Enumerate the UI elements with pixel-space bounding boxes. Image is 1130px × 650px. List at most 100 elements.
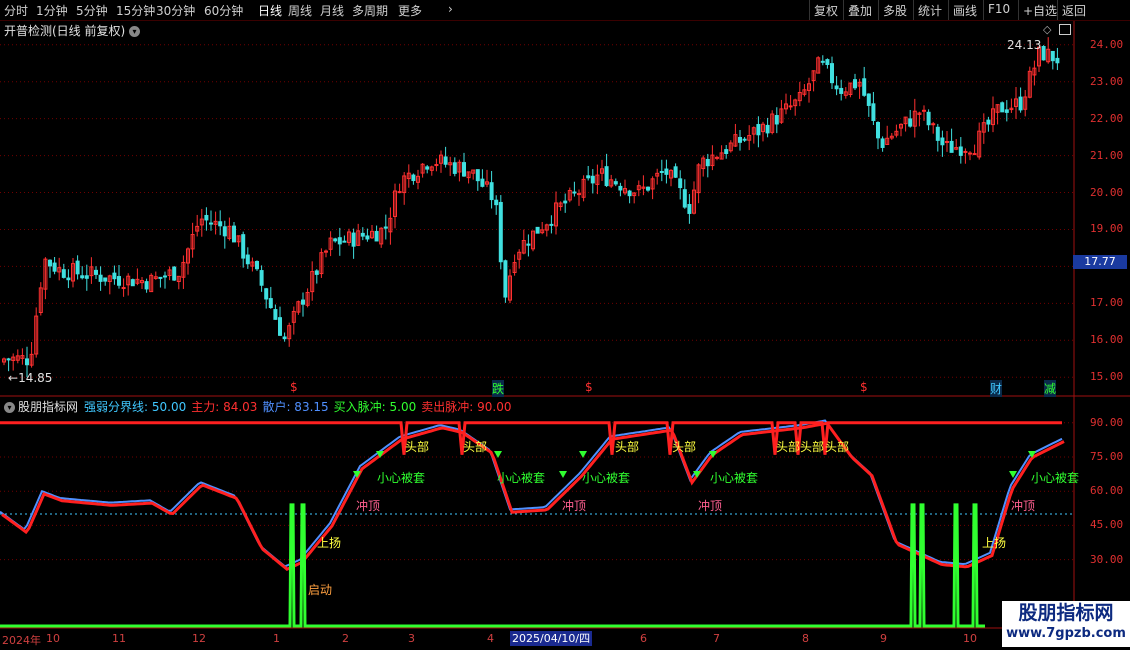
buy-arrow-icon: [559, 471, 567, 478]
indicator-field-0: 强弱分界线: 50.00: [84, 400, 187, 414]
candle-body: [480, 178, 485, 187]
candle-body: [646, 186, 650, 191]
candle-body: [61, 269, 66, 278]
cursor-date: 2025/04/10/四: [510, 631, 593, 646]
low-price-label: ←14.85: [8, 371, 53, 385]
candle-body: [862, 78, 867, 96]
candle-body: [397, 191, 402, 194]
date-tick: 9: [880, 632, 887, 645]
candle-body: [66, 277, 71, 281]
candle-body: [130, 279, 135, 287]
candle-body: [75, 260, 80, 275]
candle-body: [144, 281, 149, 290]
candle-body: [273, 309, 278, 320]
window-icon[interactable]: [1059, 24, 1071, 35]
candle-body: [25, 358, 29, 366]
candle-body: [1041, 46, 1046, 61]
indicator-tick: 45.00: [1090, 518, 1124, 532]
candle-body: [866, 93, 871, 106]
candlestick-chart[interactable]: 头部 头部 头部 头部 头部 头部 头部小心被套 小心被套 小心被套 小心被套 小心被套冲顶 冲顶 冲顶…: [0, 0, 1130, 630]
indicator-field-1: 主力: 84.03: [191, 400, 258, 414]
candle-body: [342, 240, 347, 243]
indicator-field-2: 散户: 83.15: [262, 400, 329, 414]
date-tick: 1: [273, 632, 280, 645]
event-marker[interactable]: $: [585, 380, 593, 394]
indicator-annotation: 上扬: [317, 535, 341, 550]
candle-body: [788, 105, 793, 108]
indicator-annotation: 启动: [308, 583, 332, 597]
indicator-annotation: 头部: [463, 439, 487, 454]
price-tick: 15.00: [1090, 370, 1124, 384]
date-tick: 2: [342, 632, 349, 645]
indicator-annotation: 小心被套: [497, 471, 545, 485]
candle-body: [715, 156, 719, 159]
candle-body: [526, 243, 531, 246]
candle-body: [475, 169, 480, 182]
date-tick: 10: [963, 632, 977, 645]
candle-body: [503, 260, 508, 298]
candle-body: [103, 277, 108, 282]
candle-body: [158, 276, 163, 279]
candle-body: [411, 174, 416, 182]
indicator-name: 股朋指标网: [18, 400, 79, 414]
indicator-tick: 75.00: [1090, 450, 1124, 463]
candle-body: [705, 158, 710, 167]
candle-body: [337, 237, 342, 245]
candle-body: [1050, 50, 1055, 62]
date-axis: 2024年101112123456789102025/04/10/四: [0, 630, 1074, 648]
indicator-annotation: 头部: [405, 439, 429, 454]
candle-body: [452, 162, 457, 174]
candle-body: [52, 262, 57, 272]
candle-body: [963, 150, 968, 153]
indicator-annotation: 头部: [776, 439, 800, 454]
candle-body: [664, 168, 669, 175]
indicator-annotation: 上扬: [982, 535, 1006, 550]
candle-body: [935, 126, 940, 141]
chevron-down-icon[interactable]: ▾: [4, 402, 15, 413]
candle-body: [383, 226, 388, 229]
candle-body: [314, 270, 319, 275]
candle-body: [673, 166, 678, 178]
price-tick: 24.00: [1090, 37, 1124, 51]
candle-body: [98, 274, 103, 282]
price-tick: 22.00: [1090, 111, 1124, 125]
candle-body: [949, 140, 954, 153]
candle-body: [853, 79, 857, 89]
candle-body: [84, 275, 89, 279]
event-marker[interactable]: 财: [990, 380, 1003, 397]
chevron-down-icon[interactable]: ▾: [129, 26, 141, 37]
indicator-annotation: 小心被套: [582, 471, 630, 485]
price-tick: 20.00: [1090, 185, 1124, 199]
event-marker[interactable]: 跌: [492, 380, 505, 397]
diamond-icon[interactable]: ◇: [1043, 23, 1051, 36]
candle-body: [940, 137, 945, 146]
event-marker[interactable]: $: [860, 380, 868, 394]
candle-body: [549, 223, 554, 226]
candle-body: [117, 276, 121, 286]
candle-body: [112, 272, 117, 280]
indicator-annotation: 头部: [615, 439, 639, 454]
candle-body: [268, 298, 273, 309]
event-marker[interactable]: 减: [1044, 380, 1057, 397]
candle-body: [931, 123, 936, 126]
candle-body: [724, 149, 729, 154]
candle-body: [908, 118, 913, 127]
candle-body: [351, 232, 356, 247]
sell-pulse-line: [0, 421, 1062, 455]
event-marker[interactable]: $: [290, 380, 298, 394]
candle-body: [163, 275, 167, 278]
candle-body: [121, 287, 126, 290]
main-force-line: [1, 421, 1065, 571]
candle-body: [820, 60, 825, 63]
candle-body: [590, 175, 595, 184]
indicator-annotation: 冲顶: [562, 498, 586, 513]
watermark-url: www.7gpzb.com: [1006, 626, 1126, 641]
candle-body: [232, 225, 236, 243]
candle-body: [742, 138, 747, 141]
candle-body: [618, 185, 623, 191]
candle-body: [613, 181, 618, 185]
watermark: 股朋指标网 www.7gpzb.com: [1002, 601, 1130, 647]
candle-body: [1000, 102, 1005, 113]
candle-body: [627, 190, 632, 197]
candle-body: [563, 200, 568, 204]
